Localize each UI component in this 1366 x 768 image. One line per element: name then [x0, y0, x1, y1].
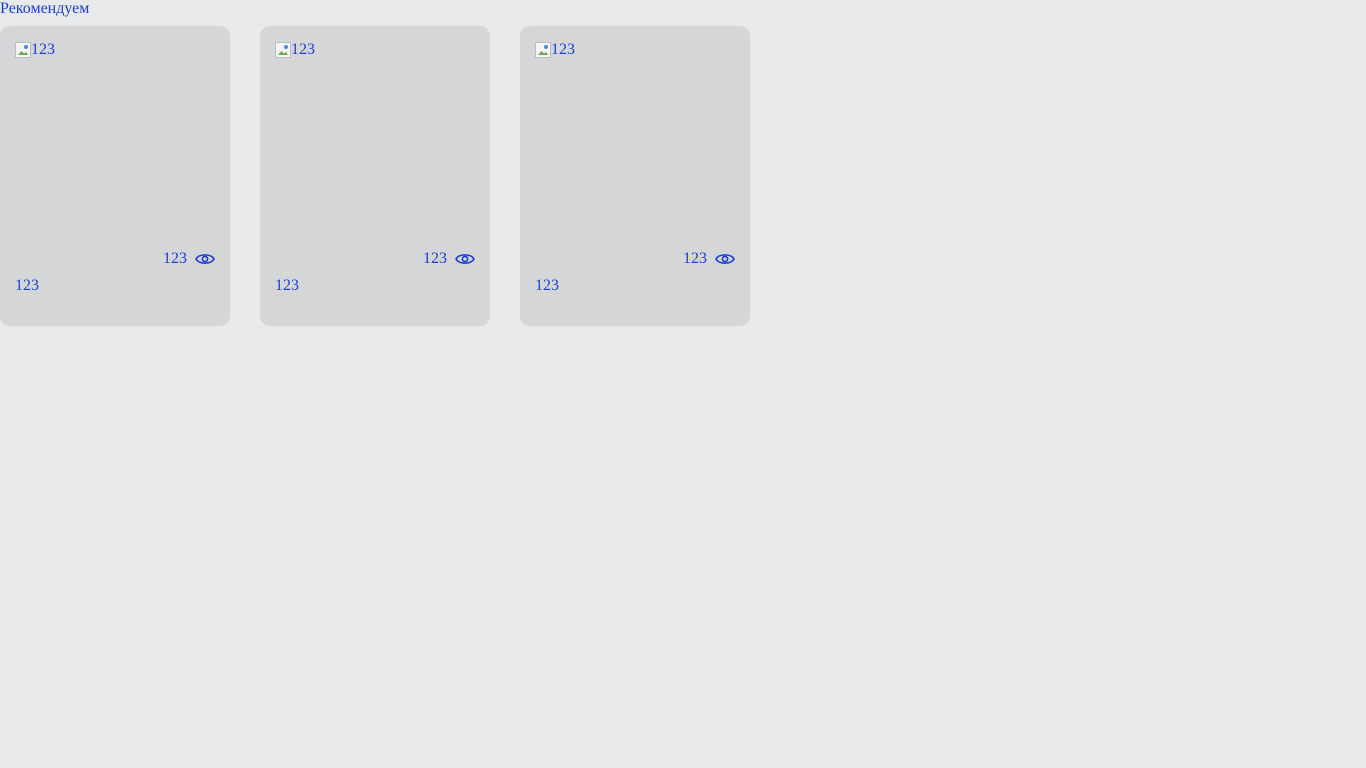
eye-icon: [455, 252, 475, 266]
eye-icon: [195, 252, 215, 266]
card-title[interactable]: 123: [275, 277, 299, 295]
card-views: 123: [423, 250, 475, 268]
card-image: 123: [275, 41, 315, 59]
card-views: 123: [163, 250, 215, 268]
card-image-alt: 123: [31, 41, 55, 58]
section-title: Рекомендуем: [0, 0, 90, 17]
broken-image-icon: [15, 42, 31, 58]
eye-icon: [715, 252, 735, 266]
card-list: 123 123 123 123 123 123 123 123 123: [0, 26, 750, 326]
card-title[interactable]: 123: [15, 277, 39, 295]
card-image-alt: 123: [291, 41, 315, 58]
card-image-alt: 123: [551, 41, 575, 58]
view-count: 123: [163, 250, 187, 267]
card[interactable]: 123 123 123: [260, 26, 490, 326]
card-image: 123: [535, 41, 575, 59]
card[interactable]: 123 123 123: [0, 26, 230, 326]
view-count: 123: [423, 250, 447, 267]
card-views: 123: [683, 250, 735, 268]
card-image: 123: [15, 41, 55, 59]
card[interactable]: 123 123 123: [520, 26, 750, 326]
broken-image-icon: [535, 42, 551, 58]
card-title[interactable]: 123: [535, 277, 559, 295]
view-count: 123: [683, 250, 707, 267]
broken-image-icon: [275, 42, 291, 58]
